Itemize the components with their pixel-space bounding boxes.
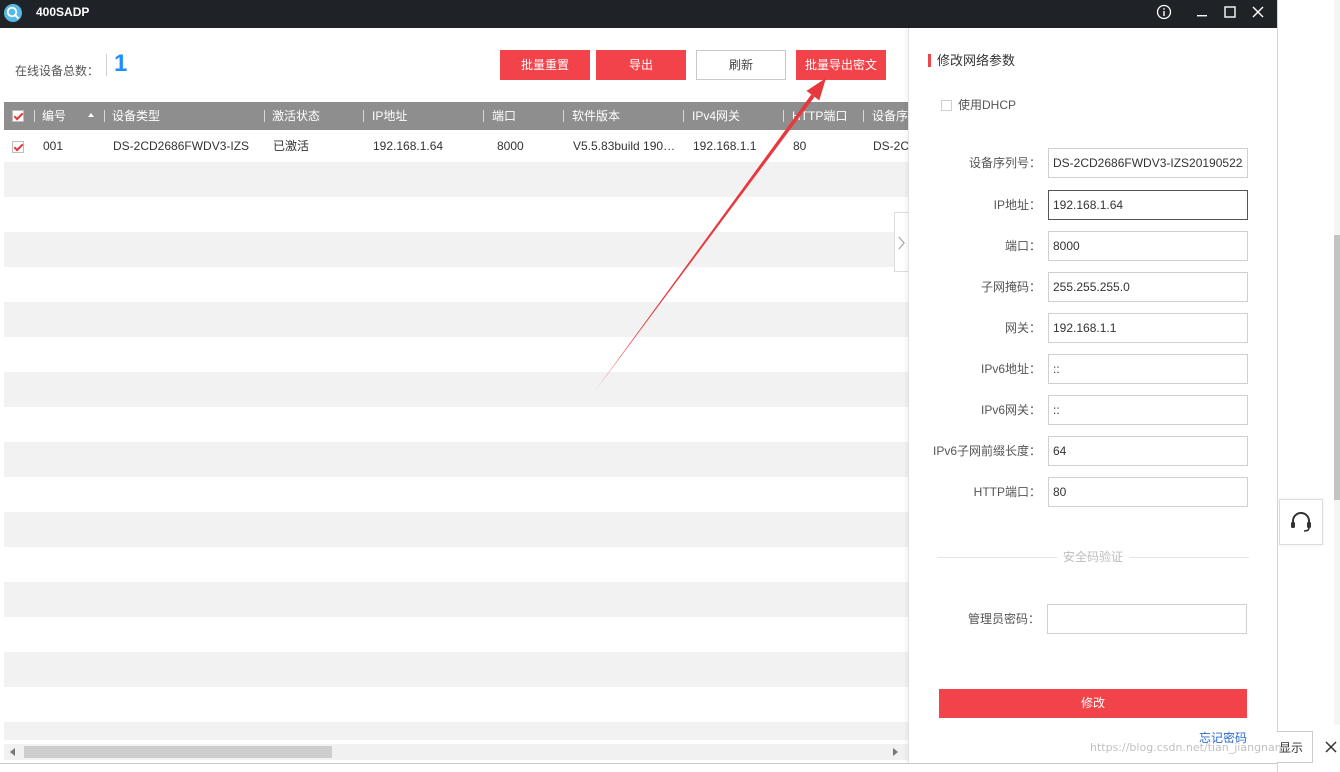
title-accent-bar <box>928 54 931 67</box>
close-icon[interactable] <box>1324 740 1338 754</box>
network-settings-panel: 修改网络参数 使用DHCP 设备序列号： IP地址： 端口： 子网掩码： 网关：… <box>908 28 1277 763</box>
cell-software-version: V5.5.83build 190… <box>573 139 676 153</box>
maximize-icon[interactable] <box>1222 4 1238 20</box>
panel-title: 修改网络参数 <box>937 53 1016 68</box>
sort-ascending-icon[interactable] <box>88 113 94 117</box>
row-checkbox[interactable] <box>12 141 24 153</box>
headset-icon <box>1291 512 1311 532</box>
display-label: 显示 <box>1279 741 1304 755</box>
cell-http-port: 80 <box>793 139 807 153</box>
serial-number-field[interactable] <box>1048 148 1248 178</box>
refresh-button[interactable]: 刷新 <box>696 50 786 80</box>
http-port-label: HTTP端口： <box>973 485 1041 499</box>
column-header-ip-address[interactable]: IP地址 <box>372 102 407 130</box>
column-header-port[interactable]: 端口 <box>492 102 516 130</box>
ip-address-field[interactable] <box>1048 190 1248 220</box>
admin-password-label: 管理员密码： <box>967 612 1040 626</box>
column-header-device-type[interactable]: 设备类型 <box>112 102 160 130</box>
close-icon[interactable] <box>1250 4 1266 20</box>
display-button[interactable]: 显示 <box>1277 731 1313 763</box>
subnet-mask-label: 子网掩码： <box>980 280 1041 294</box>
column-header-ipv4-gateway[interactable]: IPv4网关 <box>692 102 740 130</box>
column-separator[interactable] <box>563 110 564 122</box>
column-separator[interactable] <box>104 110 105 122</box>
select-all-checkbox[interactable] <box>12 110 24 122</box>
http-port-field[interactable] <box>1048 477 1248 507</box>
device-table-header: 编号 设备类型 激活状态 IP地址 端口 软件版本 IPv4网关 HTTP端口 … <box>4 102 908 130</box>
column-separator <box>34 110 35 122</box>
table-row[interactable]: 001 DS-2CD2686FWDV3-IZS 已激活 192.168.1.64… <box>4 130 908 162</box>
port-label: 端口： <box>1004 239 1041 253</box>
dhcp-label[interactable]: 使用DHCP <box>958 97 1016 113</box>
scroll-right-icon[interactable] <box>893 748 898 756</box>
cell-device-type: DS-2CD2686FWDV3-IZS <box>113 139 250 153</box>
ip-address-label: IP地址： <box>993 198 1041 212</box>
column-header-http-port[interactable]: HTTP端口 <box>792 102 847 130</box>
batch-export-cipher-button[interactable]: 批量导出密文 <box>796 50 886 80</box>
panel-collapse-tab[interactable] <box>894 212 908 272</box>
dhcp-checkbox[interactable] <box>941 100 952 111</box>
scroll-left-icon[interactable] <box>10 748 15 756</box>
cell-serial: DS-2C <box>873 139 908 153</box>
online-device-count-label: 在线设备总数： <box>15 64 100 78</box>
empty-table-rows <box>4 162 908 740</box>
background-window <box>1277 0 1340 772</box>
online-device-count: 1 <box>114 50 128 77</box>
vertical-scrollbar-thumb[interactable] <box>1334 235 1340 500</box>
scrollbar-thumb[interactable] <box>24 746 332 758</box>
modify-button[interactable]: 修改 <box>939 689 1247 718</box>
window-bottom-border <box>0 763 1277 764</box>
column-separator[interactable] <box>483 110 484 122</box>
summary-divider <box>106 54 107 76</box>
sadp-logo-icon <box>3 3 23 23</box>
column-separator[interactable] <box>863 110 864 122</box>
cell-port: 8000 <box>497 139 524 153</box>
export-button[interactable]: 导出 <box>596 50 686 80</box>
ipv6-prefix-length-label: IPv6子网前缀长度： <box>932 444 1041 458</box>
admin-password-field[interactable] <box>1047 604 1247 634</box>
support-button[interactable] <box>1279 499 1323 545</box>
horizontal-scrollbar[interactable] <box>4 744 908 760</box>
annotation-arrow-head <box>806 78 826 101</box>
chevron-right-icon <box>898 236 905 250</box>
column-separator[interactable] <box>783 110 784 122</box>
gateway-field[interactable] <box>1048 313 1248 343</box>
security-divider-label: 安全码验证 <box>1057 549 1129 565</box>
cell-ipv4-gateway: 192.168.1.1 <box>693 139 757 153</box>
column-separator[interactable] <box>363 110 364 122</box>
ipv6-gateway-label: IPv6网关： <box>980 403 1041 417</box>
column-header-activation-status[interactable]: 激活状态 <box>272 102 320 130</box>
port-field[interactable] <box>1048 231 1248 261</box>
ipv6-prefix-length-field[interactable] <box>1048 436 1248 466</box>
forgot-password-link[interactable]: 忘记密码 <box>939 730 1247 746</box>
subnet-mask-field[interactable] <box>1048 272 1248 302</box>
ipv6-address-field[interactable] <box>1048 354 1248 384</box>
window-title: 400SADP <box>36 5 90 19</box>
column-header-software-version[interactable]: 软件版本 <box>572 102 620 130</box>
batch-reset-button[interactable]: 批量重置 <box>500 50 590 80</box>
column-header-serial[interactable]: 设备序 <box>872 102 908 130</box>
column-separator[interactable] <box>683 110 684 122</box>
gateway-label: 网关： <box>1004 321 1041 335</box>
column-separator[interactable] <box>264 110 265 122</box>
ipv6-address-label: IPv6地址： <box>980 362 1041 376</box>
title-bar: 400SADP <box>0 0 1277 28</box>
cell-activation-status: 已激活 <box>273 139 310 153</box>
ipv6-gateway-field[interactable] <box>1048 395 1248 425</box>
info-icon[interactable] <box>1156 4 1172 20</box>
column-header-id[interactable]: 编号 <box>42 102 66 130</box>
cell-ip-address: 192.168.1.64 <box>373 139 444 153</box>
serial-number-label: 设备序列号： <box>968 156 1041 170</box>
minimize-icon[interactable] <box>1194 4 1210 20</box>
cell-id: 001 <box>43 139 64 153</box>
